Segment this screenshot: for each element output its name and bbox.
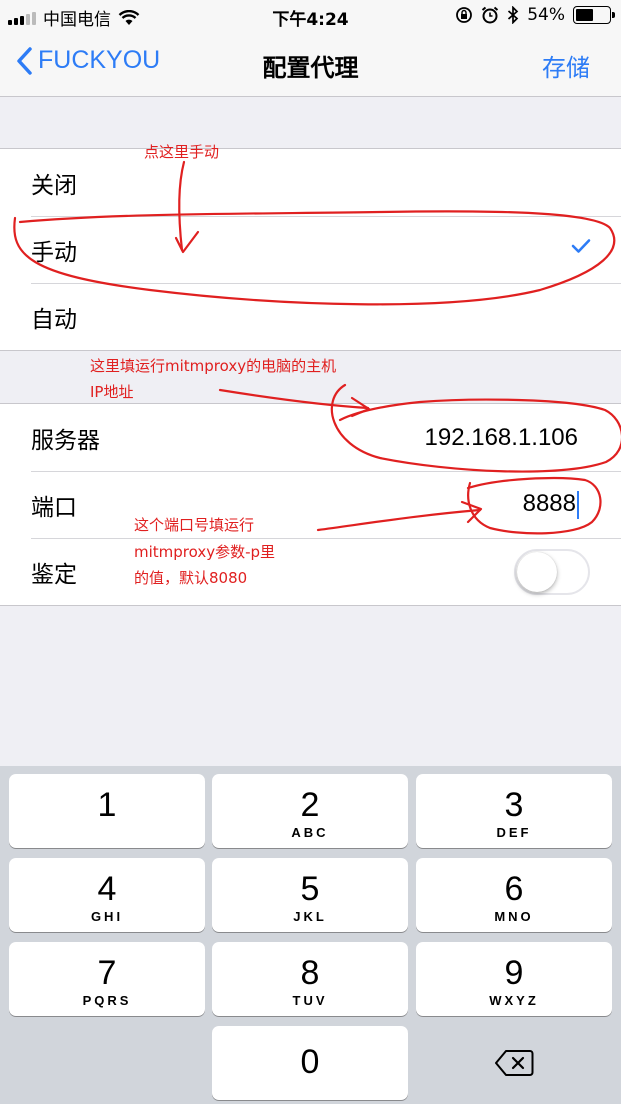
number-keypad: 1 2 ABC 3 DEF 4 GHI 5 JKL 6 MNO 7 PQRS 8… bbox=[0, 766, 621, 1104]
text-caret bbox=[577, 490, 579, 519]
annotation-server-hint-1: 这里填运行mitmproxy的电脑的主机 bbox=[90, 357, 337, 375]
key-1[interactable]: 1 bbox=[9, 774, 205, 848]
annotation-port-hint-1: 这个端口号填运行 bbox=[134, 516, 255, 534]
port-value: 8888 bbox=[522, 490, 576, 518]
key-letters: TUV bbox=[292, 993, 328, 1008]
auth-row: 鉴定 bbox=[0, 538, 621, 605]
key-4[interactable]: 4 GHI bbox=[9, 858, 205, 932]
key-7[interactable]: 7 PQRS bbox=[9, 942, 205, 1016]
annotation-server-hint-2: IP地址 bbox=[90, 383, 134, 401]
proxy-mode-group: 关闭 手动 自动 bbox=[0, 148, 621, 351]
key-number: 4 bbox=[97, 870, 117, 908]
server-input[interactable]: 192.168.1.106 bbox=[425, 424, 578, 452]
key-letters: ABC bbox=[291, 825, 329, 840]
key-number: 3 bbox=[504, 786, 524, 824]
key-3[interactable]: 3 DEF bbox=[416, 774, 612, 848]
server-label: 服务器 bbox=[31, 427, 100, 454]
delete-key[interactable] bbox=[416, 1026, 612, 1100]
server-row[interactable]: 服务器 192.168.1.106 bbox=[0, 404, 621, 471]
nav-bar: FUCKYOU 配置代理 存储 bbox=[0, 32, 621, 97]
key-number: 6 bbox=[504, 870, 524, 908]
annotation-port-hint-2: mitmproxy参数-p里 bbox=[134, 543, 276, 561]
bluetooth-icon bbox=[508, 6, 519, 24]
key-0[interactable]: 0 bbox=[212, 1026, 408, 1100]
port-label: 端口 bbox=[31, 494, 77, 521]
key-number: 8 bbox=[300, 954, 320, 992]
proxy-settings-group: 服务器 192.168.1.106 端口 8888 鉴定 bbox=[0, 403, 621, 606]
alarm-icon bbox=[482, 6, 499, 24]
rotation-lock-icon bbox=[456, 7, 473, 23]
annotation-click-manual: 点这里手动 bbox=[144, 143, 220, 161]
key-6[interactable]: 6 MNO bbox=[416, 858, 612, 932]
save-button[interactable]: 存储 bbox=[542, 48, 590, 83]
key-number: 0 bbox=[300, 1043, 320, 1081]
key-number: 2 bbox=[300, 786, 320, 824]
annotation-port-hint-3: 的值，默认8080 bbox=[134, 569, 248, 587]
port-input[interactable]: 8888 bbox=[523, 490, 579, 519]
port-row[interactable]: 端口 8888 bbox=[0, 471, 621, 538]
key-9[interactable]: 9 WXYZ bbox=[416, 942, 612, 1016]
key-letters: GHI bbox=[90, 909, 124, 924]
key-number: 1 bbox=[97, 786, 117, 824]
key-letters: MNO bbox=[494, 909, 534, 924]
key-number: 5 bbox=[300, 870, 320, 908]
key-2[interactable]: 2 ABC bbox=[212, 774, 408, 848]
option-label: 手动 bbox=[31, 239, 77, 266]
key-8[interactable]: 8 TUV bbox=[212, 942, 408, 1016]
key-5[interactable]: 5 JKL bbox=[212, 858, 408, 932]
checkmark-icon bbox=[571, 239, 591, 253]
page-title: 配置代理 bbox=[262, 54, 359, 82]
option-off[interactable]: 关闭 bbox=[0, 149, 621, 216]
option-label: 关闭 bbox=[31, 172, 77, 199]
key-number: 9 bbox=[504, 954, 524, 992]
option-manual[interactable]: 手动 bbox=[0, 216, 621, 283]
battery-icon bbox=[573, 6, 615, 24]
option-label: 自动 bbox=[31, 306, 77, 333]
battery-percent: 54% bbox=[527, 5, 565, 25]
key-number: 7 bbox=[97, 954, 117, 992]
key-letters: JKL bbox=[293, 909, 327, 924]
toggle-knob bbox=[517, 551, 557, 592]
key-letters: DEF bbox=[496, 825, 532, 840]
auth-label: 鉴定 bbox=[31, 561, 77, 588]
status-bar: 中国电信 下午4:24 54% bbox=[0, 0, 621, 32]
option-auto[interactable]: 自动 bbox=[0, 283, 621, 350]
auth-toggle[interactable] bbox=[514, 548, 590, 595]
key-letters: WXYZ bbox=[489, 993, 539, 1008]
key-letters: PQRS bbox=[82, 993, 132, 1008]
backspace-icon bbox=[495, 1050, 534, 1076]
